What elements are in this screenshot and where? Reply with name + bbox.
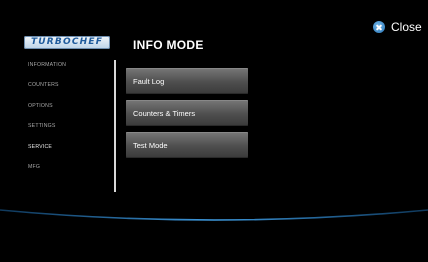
sidebar-item-counters[interactable]: COUNTERS [28,79,108,99]
test-mode-button[interactable]: Test Mode [126,132,248,158]
fault-log-button[interactable]: Fault Log [126,68,248,94]
page-title: INFO MODE [133,38,204,52]
sidebar-item-mfg[interactable]: MFG [28,161,108,181]
close-icon[interactable] [373,21,385,33]
turbochef-logo: TURBOCHEF [24,36,110,49]
sidebar-item-information[interactable]: INFORMATION [28,59,108,79]
info-mode-screen: TURBOCHEF INFO MODE Close INFORMATION CO… [0,0,428,262]
test-mode-label: Test Mode [133,140,168,150]
counters-timers-label: Counters & Timers [133,108,196,118]
sidebar-divider [114,60,116,192]
close-label[interactable]: Close [391,20,422,34]
counters-timers-button[interactable]: Counters & Timers [126,100,248,126]
fault-log-label: Fault Log [133,76,165,86]
close-button[interactable]: Close [373,20,422,34]
bottom-curve-divider [0,209,428,221]
logo-text: TURBOCHEF [30,37,104,47]
sidebar-item-settings[interactable]: SETTINGS [28,120,108,140]
sidebar-item-options[interactable]: OPTIONS [28,100,108,120]
sidebar-menu: INFORMATION COUNTERS OPTIONS SETTINGS SE… [28,59,108,181]
sidebar-item-service[interactable]: SERVICE [28,141,108,161]
